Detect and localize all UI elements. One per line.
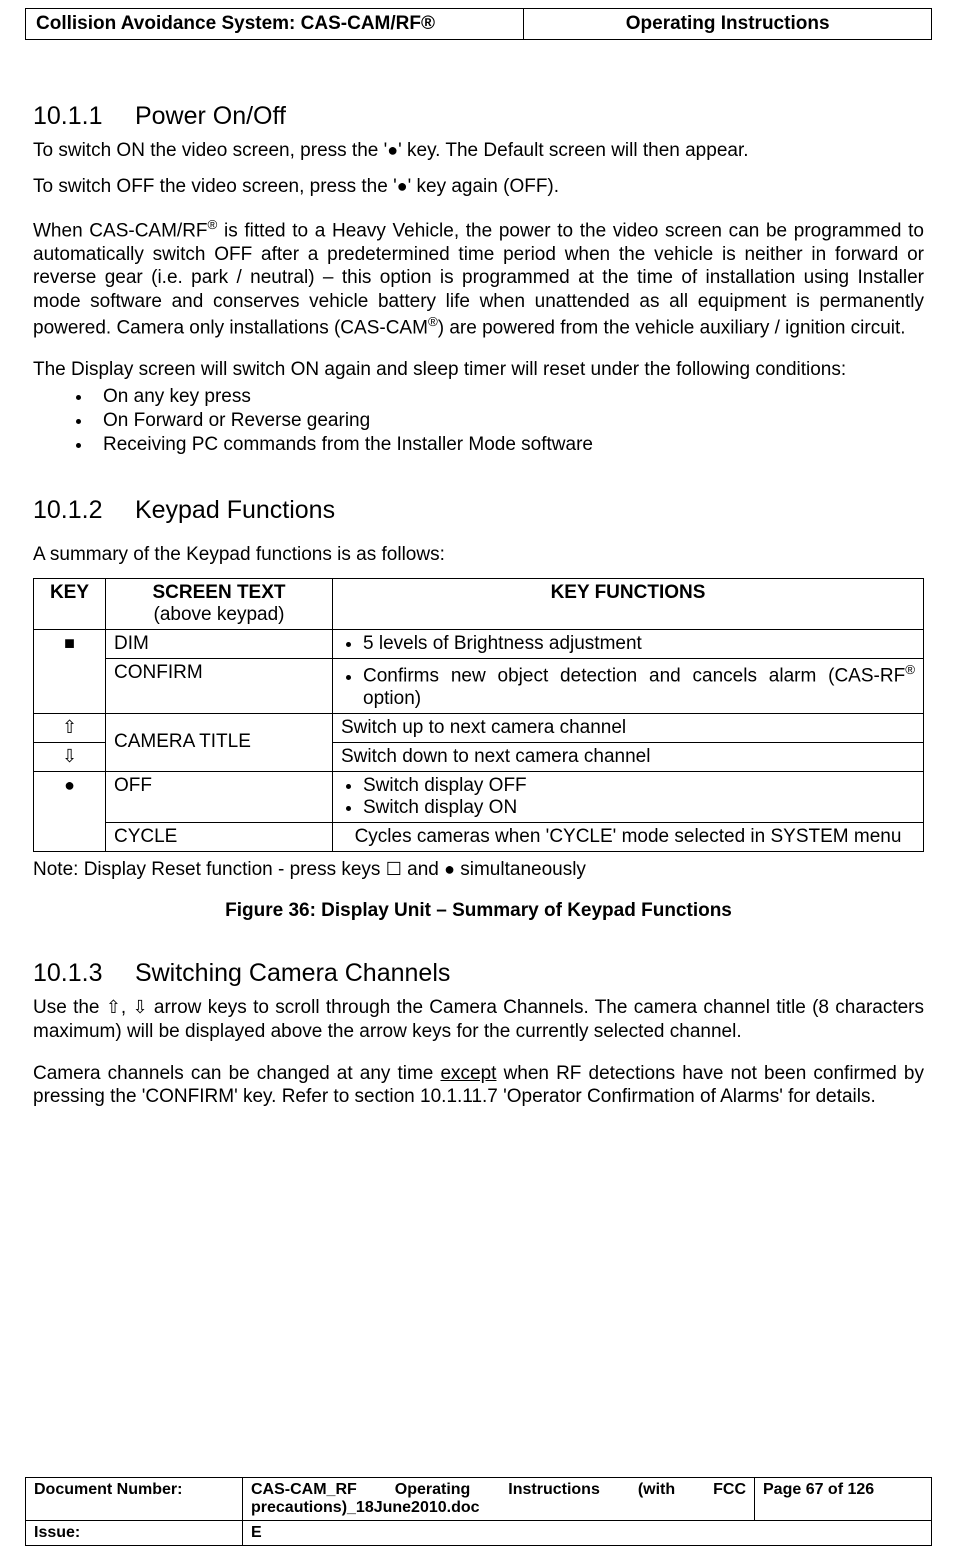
- list-item: Receiving PC commands from the Installer…: [93, 434, 924, 456]
- arrow-down-icon: ⇩: [133, 997, 148, 1017]
- function-cell: Confirms new object detection and cancel…: [333, 659, 924, 713]
- th-key: KEY: [34, 579, 106, 630]
- key-circle-cell: ●: [34, 771, 106, 851]
- reg-mark-icon: ®: [208, 217, 218, 232]
- screen-text-cell: DIM: [106, 630, 333, 659]
- section-number: 10.1.3: [33, 959, 128, 988]
- circle-icon: ●: [444, 859, 455, 879]
- keypad-functions-table: KEY SCREEN TEXT (above keypad) KEY FUNCT…: [33, 578, 924, 851]
- arrow-up-icon: ⇧: [106, 997, 121, 1017]
- screen-text-cell: CONFIRM: [106, 659, 333, 713]
- table-row: CONFIRM Confirms new object detection an…: [34, 659, 924, 713]
- switching-paragraph-1: Use the ⇧, ⇩ arrow keys to scroll throug…: [33, 996, 924, 1044]
- list-item: On any key press: [93, 386, 924, 408]
- table-row: CYCLE Cycles cameras when 'CYCLE' mode s…: [34, 822, 924, 851]
- section-title: Switching Camera Channels: [135, 959, 450, 987]
- footer-issue-value: E: [243, 1521, 932, 1546]
- footer-doc-label: Document Number:: [26, 1478, 243, 1521]
- except-underline: except: [440, 1063, 496, 1084]
- circle-icon: ●: [397, 176, 408, 196]
- header-left: Collision Avoidance System: CAS-CAM/RF®: [26, 9, 524, 40]
- page-footer: Document Number:CAS-CAM_RF Operating Ins…: [25, 1477, 932, 1546]
- screen-text-cell: CYCLE: [106, 822, 333, 851]
- screen-text-cell: CAMERA TITLE: [106, 713, 333, 771]
- function-cell: Switch display OFF Switch display ON: [333, 771, 924, 822]
- key-down-cell: ⇩: [34, 742, 106, 771]
- th-functions: KEY FUNCTIONS: [333, 579, 924, 630]
- section-number: 10.1.1: [33, 102, 128, 131]
- arrow-down-icon: ⇩: [62, 746, 77, 766]
- table-row: ● OFF Switch display OFF Switch display …: [34, 771, 924, 822]
- footer-issue-label: Issue:: [26, 1521, 243, 1546]
- power-off-paragraph: To switch OFF the video screen, press th…: [33, 175, 924, 199]
- section-10-1-3-heading: 10.1.3 Switching Camera Channels: [33, 959, 924, 988]
- circle-icon: ●: [64, 775, 75, 795]
- section-title: Keypad Functions: [135, 496, 335, 524]
- figure-caption: Figure 36: Display Unit – Summary of Key…: [33, 899, 924, 923]
- table-note: Note: Display Reset function - press key…: [33, 858, 924, 882]
- switching-paragraph-2: Camera channels can be changed at any ti…: [33, 1062, 924, 1110]
- section-title: Power On/Off: [135, 102, 286, 130]
- footer-page: Page 67 of 126: [755, 1478, 932, 1521]
- reset-conditions-intro: The Display screen will switch ON again …: [33, 358, 924, 382]
- section-10-1-2-heading: 10.1.2 Keypad Functions: [33, 496, 924, 525]
- section-10-1-1-heading: 10.1.1 Power On/Off: [33, 102, 924, 131]
- section-number: 10.1.2: [33, 496, 128, 525]
- page-header: Collision Avoidance System: CAS-CAM/RF® …: [25, 8, 932, 40]
- screen-text-cell: OFF: [106, 771, 333, 822]
- function-cell: Switch down to next camera channel: [333, 742, 924, 771]
- arrow-up-icon: ⇧: [62, 717, 77, 737]
- function-cell: Cycles cameras when 'CYCLE' mode selecte…: [333, 822, 924, 851]
- function-cell: 5 levels of Brightness adjustment: [333, 630, 924, 659]
- box-icon: ☐: [386, 859, 402, 879]
- circle-icon: ●: [387, 140, 398, 160]
- reset-conditions-list: On any key press On Forward or Reverse g…: [33, 386, 924, 456]
- keypad-intro: A summary of the Keypad functions is as …: [33, 543, 924, 567]
- key-up-cell: ⇧: [34, 713, 106, 742]
- key-square-cell: ■: [34, 630, 106, 713]
- power-on-paragraph: To switch ON the video screen, press the…: [33, 139, 924, 163]
- reg-mark-icon: ®: [428, 314, 438, 329]
- table-row: ■ DIM 5 levels of Brightness adjustment: [34, 630, 924, 659]
- heavy-vehicle-paragraph: When CAS-CAM/RF® is fitted to a Heavy Ve…: [33, 217, 924, 340]
- footer-doc-value: CAS-CAM_RF Operating Instructions (with …: [243, 1478, 755, 1521]
- th-screen: SCREEN TEXT (above keypad): [106, 579, 333, 630]
- square-icon: ■: [64, 633, 75, 653]
- header-right: Operating Instructions: [524, 9, 932, 40]
- function-cell: Switch up to next camera channel: [333, 713, 924, 742]
- reg-mark-icon: ®: [905, 662, 915, 677]
- table-row: ⇧ CAMERA TITLE Switch up to next camera …: [34, 713, 924, 742]
- list-item: On Forward or Reverse gearing: [93, 410, 924, 432]
